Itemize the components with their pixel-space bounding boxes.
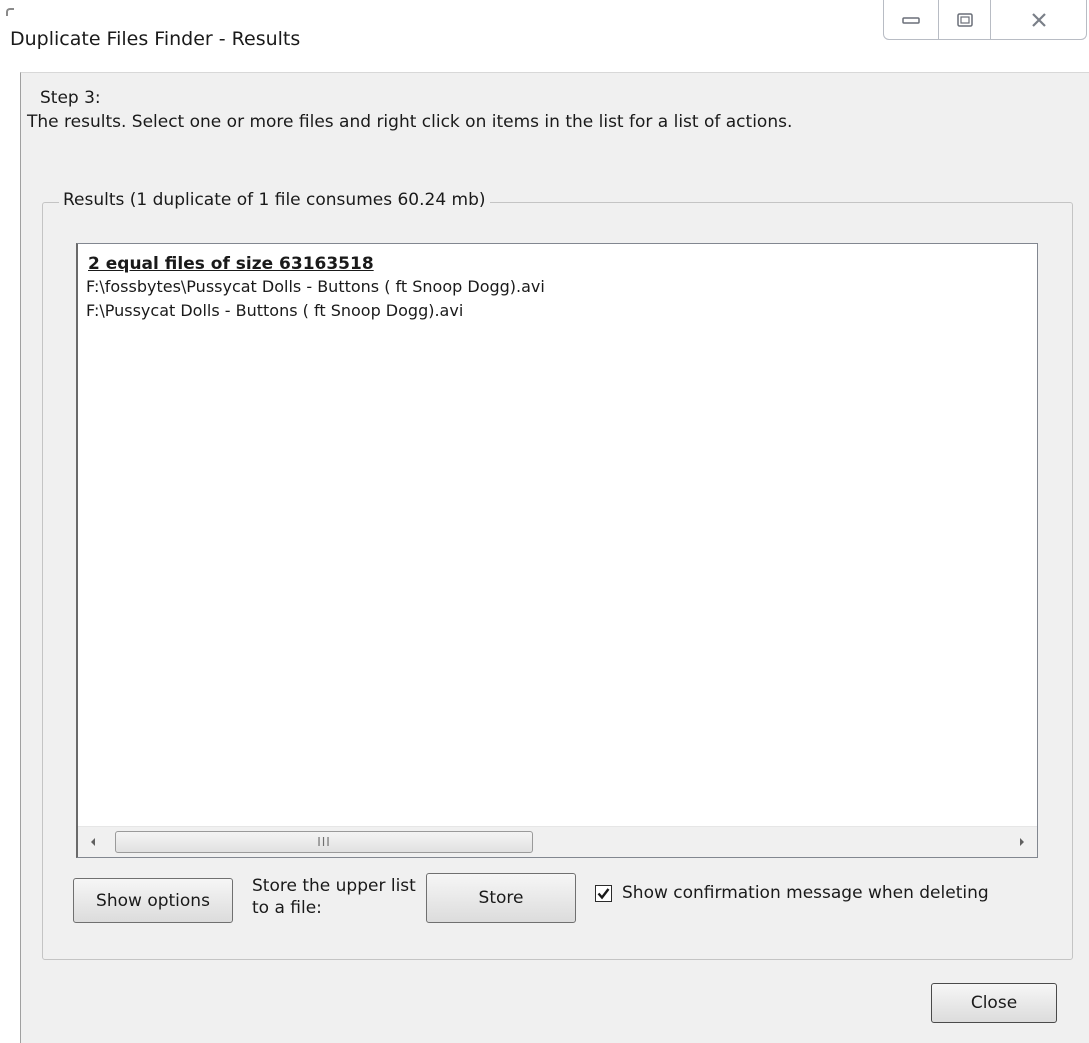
window-corner-mark [6,8,14,16]
horizontal-scrollbar[interactable]: III [78,826,1037,857]
minimize-button[interactable] [883,0,939,40]
title-bar[interactable]: Duplicate Files Finder - Results [0,0,1089,72]
confirm-delete-option[interactable]: Show confirmation message when deleting [595,883,989,903]
results-groupbox: Results (1 duplicate of 1 file consumes … [42,190,1073,960]
duplicate-group-header[interactable]: 2 equal files of size 63163518 [88,253,1037,275]
scroll-left-button[interactable] [78,827,108,857]
scroll-thumb[interactable]: III [115,831,533,853]
checkmark-icon [597,887,610,899]
store-button[interactable]: Store [426,873,576,923]
window-title: Duplicate Files Finder - Results [10,28,301,50]
results-groupbox-title: Results (1 duplicate of 1 file consumes … [59,190,490,210]
maximize-icon [956,12,973,27]
left-arrow-icon [91,838,95,846]
right-arrow-icon [1020,838,1024,846]
confirm-delete-checkbox[interactable] [595,884,612,902]
step-description: The results. Select one or more files an… [27,112,793,132]
list-item[interactable]: F:\fossbytes\Pussycat Dolls - Buttons ( … [86,275,1037,299]
list-item[interactable]: F:\Pussycat Dolls - Buttons ( ft Snoop D… [86,299,1037,323]
maximize-button[interactable] [939,0,991,40]
confirm-delete-label: Show confirmation message when deleting [622,883,989,903]
close-button[interactable]: Close [931,983,1057,1023]
store-list-label: Store the upper list to a file: [252,876,416,918]
show-options-button[interactable]: Show options [73,878,233,923]
minimize-icon [902,16,920,24]
scroll-thumb-grip: III [317,835,331,849]
dialog-client-area: Step 3: The results. Select one or more … [20,72,1089,1043]
close-window-button[interactable] [991,0,1087,40]
close-icon [1031,12,1046,27]
results-list[interactable]: 2 equal files of size 63163518 F:\fossby… [76,243,1038,858]
window-controls [883,0,1087,42]
step-label: Step 3: [40,88,101,108]
results-list-content: 2 equal files of size 63163518 F:\fossby… [86,253,1037,323]
duplicate-files-finder-window: Duplicate Files Finder - Results Step 3:… [0,0,1089,1043]
scroll-right-button[interactable] [1007,827,1037,857]
